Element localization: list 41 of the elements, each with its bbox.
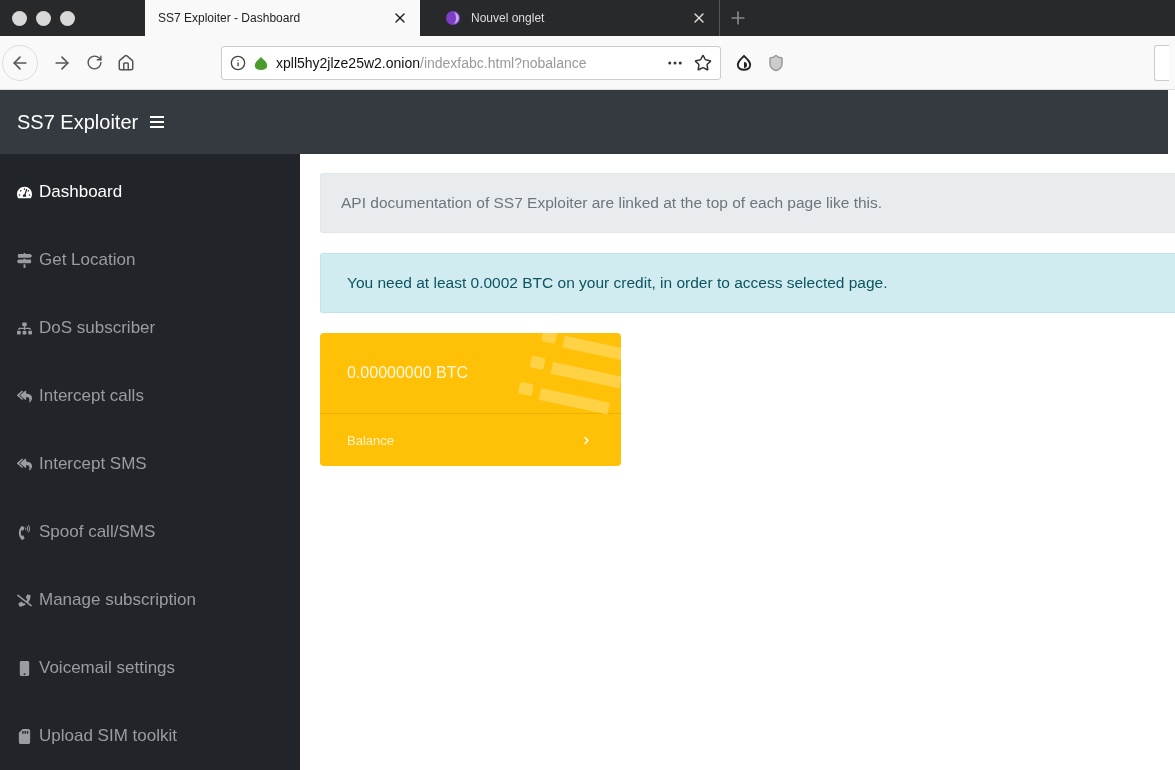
sd-card-icon: [17, 728, 32, 744]
window-control[interactable]: [12, 10, 27, 26]
url-host: xpll5hy2jlze25w2.onion: [276, 54, 420, 71]
url-path: /indexfabc.html?nobalance: [420, 54, 587, 71]
star-icon[interactable]: [694, 53, 712, 72]
sidebar-item[interactable]: Upload SIM toolkit: [0, 702, 300, 770]
phone-icon: [17, 660, 32, 676]
sidebar-item[interactable]: Intercept SMS: [0, 430, 300, 498]
browser-tab[interactable]: SS7 Exploiter - Dashboard: [145, 0, 420, 36]
balance-amount: 0.00000000 BTC: [347, 364, 468, 382]
reply-all-icon: [17, 456, 32, 472]
network-icon: [17, 320, 32, 336]
brand-title: SS7 Exploiter: [17, 110, 139, 134]
sidebar-item[interactable]: Voicemail settings: [0, 634, 300, 702]
reload-icon[interactable]: [86, 54, 103, 71]
info-icon[interactable]: [230, 54, 246, 71]
window-control[interactable]: [60, 10, 75, 26]
reply-all-icon: [17, 388, 32, 404]
menu-icon[interactable]: [150, 116, 165, 128]
address-bar[interactable]: xpll5hy2jlze25w2.onion/indexfabc.html?nobalance: [221, 45, 721, 80]
onion-icon[interactable]: [735, 53, 753, 72]
globe-icon: [445, 10, 461, 26]
alert-message: API documentation of SS7 Exploiter are linked at the top of each page like this.: [320, 173, 1175, 233]
search-field[interactable]: [1154, 44, 1169, 81]
sidebar-item[interactable]: Spoof call/SMS: [0, 498, 300, 566]
sidebar-item[interactable]: Get Location: [0, 226, 300, 294]
shield-icon[interactable]: [767, 53, 785, 72]
sidebar-item[interactable]: Intercept calls: [0, 362, 300, 430]
gauge-icon: [17, 184, 32, 200]
sidebar-item[interactable]: DoS subscriber: [0, 294, 300, 362]
phone-slash-icon: [17, 592, 32, 608]
sidebar-item[interactable]: Manage subscription: [0, 566, 300, 634]
phone-volume-icon: [17, 524, 32, 540]
alert-message: You need at least 0.0002 BTC on your credit, in order to access selected page.: [320, 253, 1175, 313]
window-control[interactable]: [36, 10, 51, 26]
sidebar-item[interactable]: Dashboard: [0, 158, 300, 226]
signpost-icon: [17, 252, 32, 268]
tab-title: SS7 Exploiter - Dashboard: [158, 11, 302, 25]
tab-title: Nouvel onglet: [471, 11, 546, 25]
card-footer-label: Balance: [347, 432, 394, 448]
home-icon[interactable]: [117, 53, 135, 72]
